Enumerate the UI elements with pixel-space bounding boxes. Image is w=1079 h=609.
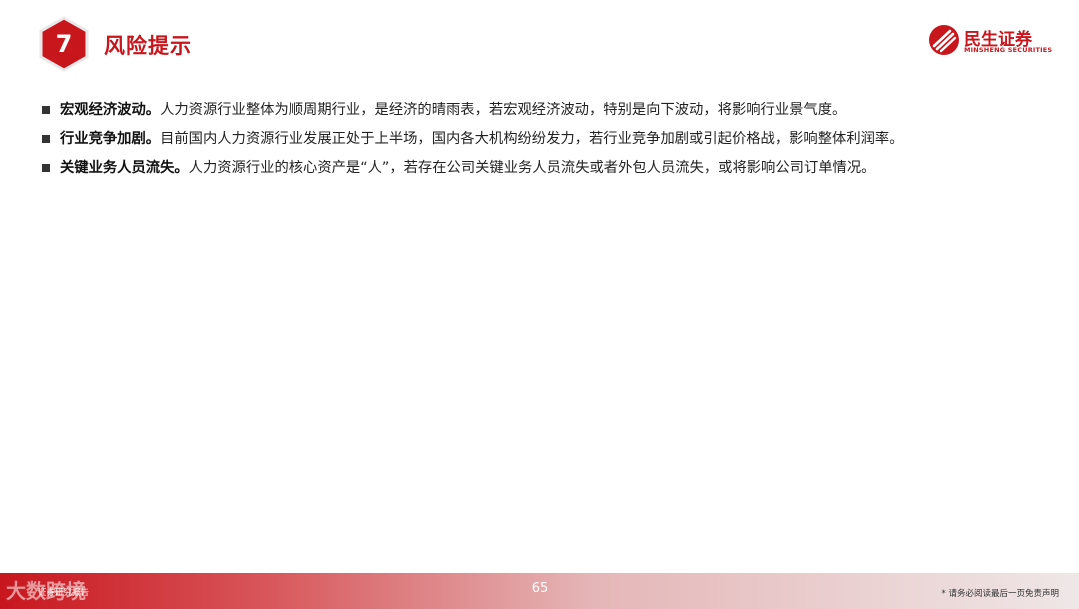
footer-bar: 大数跨境 证券研究报告 65 * 请务必阅读最后一页免责声明 [0, 573, 1079, 609]
disclaimer: * 请务必阅读最后一页免责声明 [941, 589, 1059, 599]
risk-list: 宏观经济波动。人力资源行业整体为顺周期行业，是经济的晴雨表，若宏观经济波动，特别… [40, 96, 1050, 183]
logo-name-en: MINSHENG SECURITIES [964, 46, 1053, 54]
minsheng-logo-icon [929, 25, 959, 55]
bullet-text: 人力资源行业的核心资产是“人”，若存在公司关键业务人员流失或者外包人员流失，或将… [188, 160, 876, 176]
section-number-badge: 7 [36, 16, 92, 72]
slide: 7 风险提示 民生证券 MINSHENG SECURITIES 宏观经济波动。人… [0, 0, 1079, 609]
bullet-title: 宏观经济波动。 [60, 102, 161, 118]
company-logo: 民生证券 MINSHENG SECURITIES [928, 24, 1058, 58]
bullet-square-icon [42, 164, 50, 172]
footer-report-label: 证券研究报告 [38, 588, 90, 598]
bullet-title: 关键业务人员流失。 [60, 160, 189, 176]
list-item: 行业竞争加剧。目前国内人力资源行业发展正处于上半场，国内各大机构纷纷发力，若行业… [40, 125, 1050, 154]
list-item: 宏观经济波动。人力资源行业整体为顺周期行业，是经济的晴雨表，若宏观经济波动，特别… [40, 96, 1050, 125]
bullet-text: 目前国内人力资源行业发展正处于上半场，国内各大机构纷纷发力，若行业竞争加剧或引起… [160, 131, 904, 147]
bullet-square-icon [42, 135, 50, 143]
bullet-text: 人力资源行业整体为顺周期行业，是经济的晴雨表，若宏观经济波动，特别是向下波动，将… [160, 102, 847, 118]
bullet-square-icon [42, 106, 50, 114]
list-item: 关键业务人员流失。人力资源行业的核心资产是“人”，若存在公司关键业务人员流失或者… [40, 154, 1050, 183]
section-number: 7 [55, 30, 73, 58]
page-number: 65 [531, 581, 549, 596]
section-title: 风险提示 [104, 34, 192, 58]
bullet-title: 行业竞争加剧。 [60, 131, 161, 147]
